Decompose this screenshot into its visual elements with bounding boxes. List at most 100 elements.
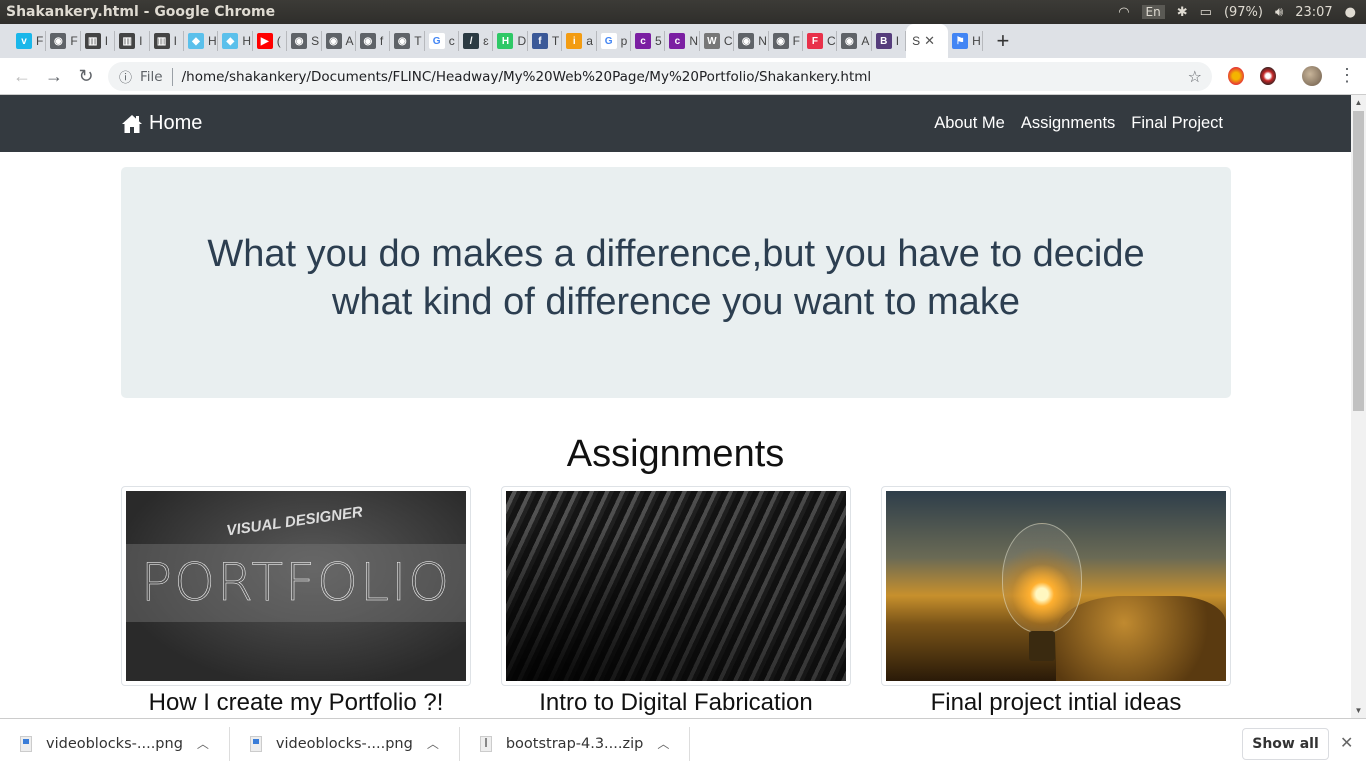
download-filename[interactable]: bootstrap-4.3....zip <box>506 736 644 752</box>
clock[interactable]: 23:07 <box>1295 5 1332 20</box>
card-title[interactable]: Final project intial ideas <box>881 689 1231 717</box>
active-tab[interactable]: S ✕ <box>906 24 949 58</box>
home-link[interactable]: Home <box>121 112 202 135</box>
assignment-card[interactable]: Intro to Digital Fabrication <box>501 486 851 717</box>
browser-tab[interactable]: / ɛ <box>459 31 494 51</box>
nav-link-about-me[interactable]: About Me <box>934 114 1005 133</box>
browser-tab[interactable]: ◉ S <box>287 31 322 51</box>
address-bar[interactable]: ⓘ File /home/shakankery/Documents/FLINC/… <box>108 62 1212 91</box>
profile-avatar[interactable] <box>1302 66 1322 86</box>
browser-tab[interactable]: Gp <box>597 31 632 51</box>
home-icon <box>122 114 142 133</box>
site-navbar: Home About Me Assignments Final Project <box>0 95 1351 152</box>
tab-title: H <box>972 34 981 48</box>
browser-tab[interactable]: ◆ H <box>218 31 253 51</box>
chevron-up-icon[interactable]: ︿ <box>197 735 209 752</box>
browser-tab[interactable]: c5 <box>631 31 666 51</box>
assignment-card[interactable]: Final project intial ideas <box>881 486 1231 717</box>
browser-tab[interactable]: ◉ N <box>734 31 769 51</box>
url-text[interactable]: /home/shakankery/Documents/FLINC/Headway… <box>182 69 872 85</box>
hackerrank-icon: H <box>497 33 514 49</box>
card-title[interactable]: How I create my Portfolio ?! <box>121 689 471 717</box>
tab-title: A <box>861 34 870 48</box>
browser-tab[interactable]: ▥ I <box>115 31 150 51</box>
scroll-down-arrow-icon[interactable]: ▼ <box>1351 703 1366 718</box>
tab-close-icon[interactable]: ✕ <box>924 33 935 49</box>
chevron-up-icon[interactable]: ︿ <box>427 735 439 752</box>
tab-title: H <box>242 34 252 48</box>
tab-title: a <box>586 34 593 48</box>
png-file-icon <box>249 735 262 752</box>
browser-tab[interactable]: ia <box>562 31 597 51</box>
nav-link-assignments[interactable]: Assignments <box>1021 114 1115 133</box>
browser-menu-icon[interactable]: ⋮ <box>1338 65 1356 86</box>
bookmark-star-icon[interactable]: ☆ <box>1188 67 1202 86</box>
image-subtext: VISUAL DESIGNER <box>225 503 364 540</box>
wifi-icon[interactable]: ◠ <box>1118 5 1129 20</box>
browser-tab[interactable]: HD <box>493 31 528 51</box>
browser-tab[interactable]: ⚑ H <box>948 31 983 51</box>
bluetooth-icon[interactable]: ✱ <box>1177 5 1188 20</box>
tab-title: f <box>379 34 384 48</box>
download-item[interactable]: bootstrap-4.3....zip ︿ <box>460 726 691 761</box>
tab-title: F <box>36 34 44 48</box>
browser-tab[interactable]: ◉ F <box>769 31 803 51</box>
scroll-up-arrow-icon[interactable]: ▲ <box>1351 95 1366 110</box>
browser-tab[interactable]: FC <box>803 31 838 51</box>
browser-tab[interactable]: ◉ F <box>46 31 81 51</box>
browser-tab[interactable]: fT <box>528 31 563 51</box>
forward-button[interactable]: → <box>38 66 70 87</box>
browser-tab[interactable]: ◉ T <box>390 31 425 51</box>
browser-tab[interactable]: WC <box>700 31 735 51</box>
download-filename[interactable]: videoblocks-....png <box>46 736 183 752</box>
reload-button[interactable]: ↻ <box>70 66 102 87</box>
scroll-thumb[interactable] <box>1353 111 1364 411</box>
browser-tab[interactable]: ◉ A <box>322 31 356 51</box>
download-item[interactable]: videoblocks-....png ︿ <box>230 726 460 761</box>
tab-title: I <box>895 34 900 48</box>
tab-title: D <box>517 34 527 48</box>
new-tab-button[interactable]: + <box>997 28 1010 54</box>
download-filename[interactable]: videoblocks-....png <box>276 736 413 752</box>
image-bulb-base <box>1029 631 1055 661</box>
card-thumbnail[interactable]: VISUAL DESIGNER PORTFOLIO <box>121 486 471 686</box>
bird-icon: ◆ <box>222 33 239 49</box>
browser-tab[interactable]: ◉ f <box>356 31 391 51</box>
wordpress-icon: W <box>703 33 720 49</box>
browser-tab[interactable]: BI <box>872 31 907 51</box>
close-icon[interactable]: ✕ <box>1340 733 1353 752</box>
browser-tab[interactable]: ▥ I <box>81 31 116 51</box>
browser-tab[interactable]: ◆ H <box>184 31 219 51</box>
fiverr-icon: F <box>806 33 823 49</box>
apple-icon[interactable]: ● <box>1345 5 1356 20</box>
volume-icon[interactable]: 🔊︎ <box>1275 5 1283 20</box>
vimeo-icon: v <box>16 33 32 49</box>
browser-tab[interactable]: ◉ A <box>837 31 872 51</box>
globe-icon: ◉ <box>394 33 411 49</box>
tab-title: C <box>826 34 836 48</box>
show-all-button[interactable]: Show all <box>1242 728 1329 760</box>
extension-icon[interactable] <box>1260 67 1276 85</box>
browser-tab[interactable]: Gc <box>425 31 460 51</box>
extension-icon[interactable] <box>1228 67 1244 85</box>
card-thumbnail[interactable] <box>881 486 1231 686</box>
page-scrollbar[interactable]: ▲ ▼ <box>1351 95 1366 718</box>
browser-tab[interactable]: ▶( <box>253 31 288 51</box>
globe-icon: ◉ <box>359 33 376 49</box>
jumbotron: What you do makes a difference,but you h… <box>121 167 1231 398</box>
browser-tab[interactable]: cN <box>665 31 700 51</box>
back-button[interactable]: ← <box>6 66 38 87</box>
keyboard-layout-indicator[interactable]: En <box>1141 5 1165 19</box>
download-item[interactable]: videoblocks-....png ︿ <box>0 726 230 761</box>
card-title[interactable]: Intro to Digital Fabrication <box>501 689 851 717</box>
info-icon[interactable]: ⓘ <box>119 67 132 86</box>
browser-tab[interactable]: ▥ I <box>150 31 184 51</box>
chevron-up-icon[interactable]: ︿ <box>657 735 669 752</box>
portfolio-image: VISUAL DESIGNER PORTFOLIO <box>126 491 466 681</box>
browser-tab[interactable]: vF <box>12 31 47 51</box>
tab-title: F <box>70 34 78 48</box>
nav-link-final-project[interactable]: Final Project <box>1131 114 1223 133</box>
card-thumbnail[interactable] <box>501 486 851 686</box>
battery-icon[interactable]: ▭ <box>1200 5 1212 20</box>
assignment-card[interactable]: VISUAL DESIGNER PORTFOLIO How I create m… <box>121 486 471 717</box>
